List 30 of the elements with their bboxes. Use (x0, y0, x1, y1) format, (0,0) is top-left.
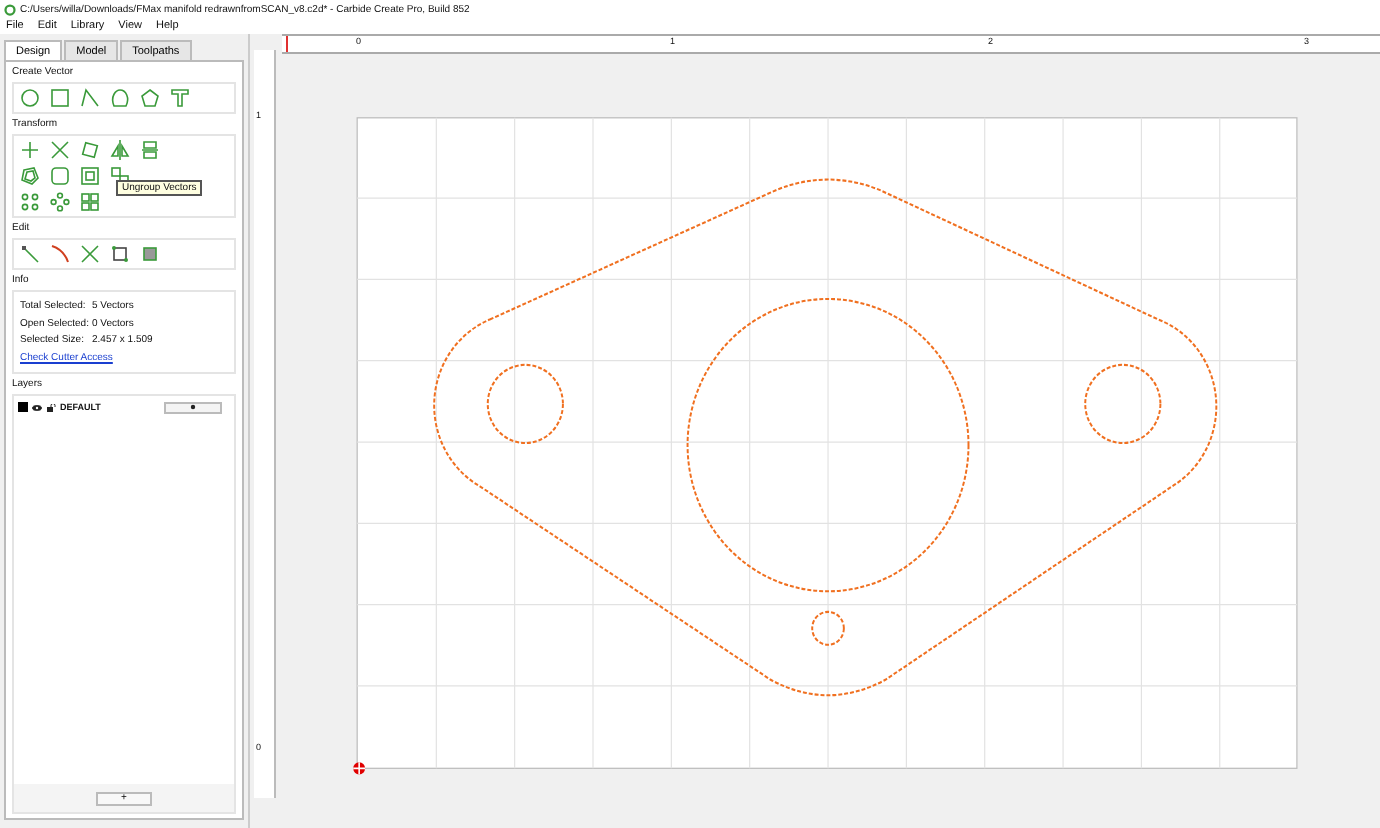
mirror-icon[interactable] (110, 140, 130, 160)
layer-options-button[interactable] (164, 401, 222, 413)
layer-color-swatch[interactable] (18, 402, 28, 412)
grid-array-icon[interactable] (80, 192, 100, 212)
scale-icon[interactable] (50, 140, 70, 160)
join-icon[interactable] (110, 244, 130, 264)
rounded-square-icon[interactable] (50, 166, 70, 186)
curve-edit-icon[interactable] (50, 244, 70, 264)
dot-icon (190, 404, 196, 410)
node-edit-icon[interactable] (20, 244, 40, 264)
cursor-marker (286, 36, 288, 52)
text-tool-icon[interactable] (170, 88, 190, 108)
group-icon[interactable] (80, 166, 100, 186)
eye-icon[interactable] (32, 403, 42, 411)
fill-icon[interactable] (140, 244, 160, 264)
lock-icon[interactable] (46, 403, 56, 411)
polygon-icon[interactable] (140, 88, 160, 108)
circle-array-icon[interactable] (20, 192, 40, 212)
origin-icon (352, 761, 366, 776)
circle-icon[interactable] (20, 88, 40, 108)
polyline-icon[interactable] (80, 88, 100, 108)
rotate-icon[interactable] (80, 140, 100, 160)
diamond-array-icon[interactable] (50, 192, 70, 212)
offset-icon[interactable] (20, 166, 40, 186)
app-logo-icon (4, 3, 16, 15)
curve-icon[interactable] (110, 88, 130, 108)
rectangle-icon[interactable] (50, 88, 70, 108)
trim-icon[interactable] (80, 244, 100, 264)
align-icon[interactable] (140, 140, 160, 160)
move-icon[interactable] (20, 140, 40, 160)
